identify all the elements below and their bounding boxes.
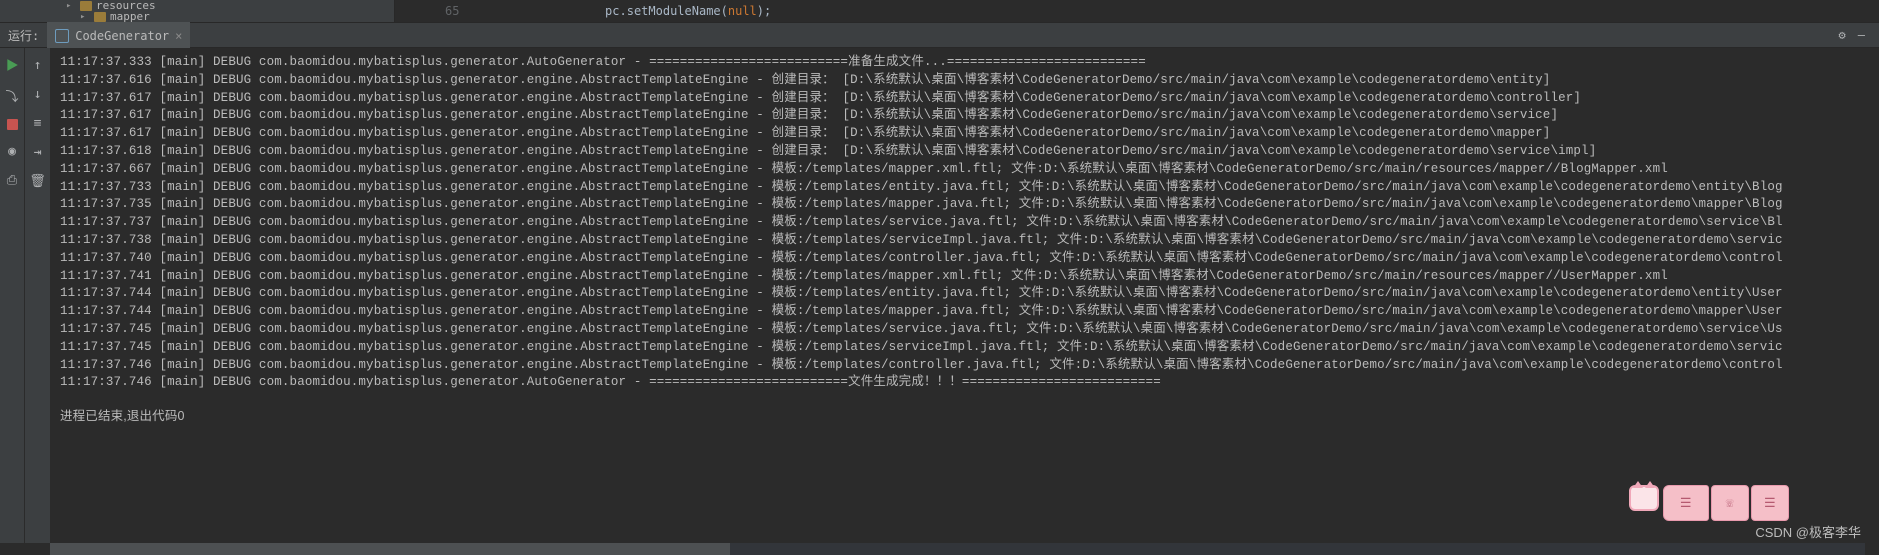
code-line: pc.setModuleName(null);: [479, 4, 771, 18]
console-line: 11:17:37.745 [main] DEBUG com.baomidou.m…: [60, 339, 1869, 357]
console-line: 11:17:37.735 [main] DEBUG com.baomidou.m…: [60, 196, 1869, 214]
console-output[interactable]: 11:17:37.333 [main] DEBUG com.baomidou.m…: [50, 48, 1879, 543]
folder-icon: [94, 12, 106, 22]
console-line: 11:17:37.618 [main] DEBUG com.baomidou.m…: [60, 143, 1869, 161]
run-toolbar-left2: ↑ ↓ ≡ ⇥ 🗑: [24, 48, 50, 543]
run-tab[interactable]: CodeGenerator ×: [47, 22, 190, 48]
wrap-icon[interactable]: ≡: [34, 116, 42, 131]
scrollbar-thumb[interactable]: [50, 543, 730, 555]
folder-icon: [80, 1, 92, 11]
hide-icon[interactable]: —: [1858, 28, 1865, 42]
console-line: 11:17:37.667 [main] DEBUG com.baomidou.m…: [60, 161, 1869, 179]
console-line: 11:17:37.617 [main] DEBUG com.baomidou.m…: [60, 90, 1869, 108]
console-line: 11:17:37.744 [main] DEBUG com.baomidou.m…: [60, 303, 1869, 321]
tree-item-mapper[interactable]: ▸ mapper: [66, 11, 394, 22]
close-icon[interactable]: ×: [175, 29, 182, 43]
code-editor[interactable]: 65 pc.setModuleName(null);: [395, 0, 1879, 22]
exit-status-line: 进程已结束,退出代码0: [60, 408, 1869, 426]
console-line: 11:17:37.733 [main] DEBUG com.baomidou.m…: [60, 179, 1869, 197]
chevron-right-icon: ▸: [66, 1, 76, 11]
run-panel: ⤵ ◉ ⎙ ↑ ↓ ≡ ⇥ 🗑 11:17:37.333 [main] DEBU…: [0, 48, 1879, 543]
application-icon: [55, 29, 69, 43]
cat-icon: [1629, 485, 1659, 511]
trash-icon[interactable]: 🗑: [29, 174, 46, 189]
console-line: 11:17:37.740 [main] DEBUG com.baomidou.m…: [60, 250, 1869, 268]
gear-icon[interactable]: ⚙: [1839, 28, 1846, 42]
console-line: 11:17:37.737 [main] DEBUG com.baomidou.m…: [60, 214, 1869, 232]
console-line: 11:17:37.616 [main] DEBUG com.baomidou.m…: [60, 72, 1869, 90]
scroll-end-icon[interactable]: ⇥: [34, 145, 42, 160]
console-line: 11:17:37.746 [main] DEBUG com.baomidou.m…: [60, 374, 1869, 392]
line-number: 65: [395, 4, 479, 18]
chevron-right-icon: ▸: [80, 12, 90, 22]
stop-icon[interactable]: [7, 119, 18, 130]
print-icon[interactable]: ⎙: [7, 173, 17, 188]
project-tree[interactable]: ▸ resources ▸ mapper: [0, 0, 395, 22]
console-line: 11:17:37.746 [main] DEBUG com.baomidou.m…: [60, 357, 1869, 375]
horizontal-scrollbar[interactable]: [50, 543, 1865, 555]
overlay-block: ☏: [1711, 485, 1749, 521]
run-toolbar-left: ⤵ ◉ ⎙: [0, 48, 24, 543]
console-line: 11:17:37.738 [main] DEBUG com.baomidou.m…: [60, 232, 1869, 250]
camera-icon[interactable]: ◉: [8, 144, 16, 159]
run-tool-header: 运行: CodeGenerator × ⚙ —: [0, 22, 1879, 48]
console-line: 11:17:37.333 [main] DEBUG com.baomidou.m…: [60, 54, 1869, 72]
console-line: 11:17:37.741 [main] DEBUG com.baomidou.m…: [60, 268, 1869, 286]
decorative-overlay: ☰ ☏ ☰: [1629, 485, 1789, 521]
console-line: 11:17:37.745 [main] DEBUG com.baomidou.m…: [60, 321, 1869, 339]
rerun-step-icon[interactable]: ⤵: [5, 86, 18, 105]
overlay-block: ☰: [1663, 485, 1709, 521]
console-line: 11:17:37.744 [main] DEBUG com.baomidou.m…: [60, 285, 1869, 303]
overlay-block: ☰: [1751, 485, 1789, 521]
up-icon[interactable]: ↑: [34, 58, 42, 73]
console-line: 11:17:37.617 [main] DEBUG com.baomidou.m…: [60, 107, 1869, 125]
run-label: 运行:: [0, 27, 47, 44]
down-icon[interactable]: ↓: [34, 87, 42, 102]
console-line: 11:17:37.617 [main] DEBUG com.baomidou.m…: [60, 125, 1869, 143]
rerun-icon[interactable]: [5, 58, 19, 72]
run-tab-title: CodeGenerator: [75, 29, 169, 43]
watermark: CSDN @极客李华: [1755, 522, 1861, 541]
